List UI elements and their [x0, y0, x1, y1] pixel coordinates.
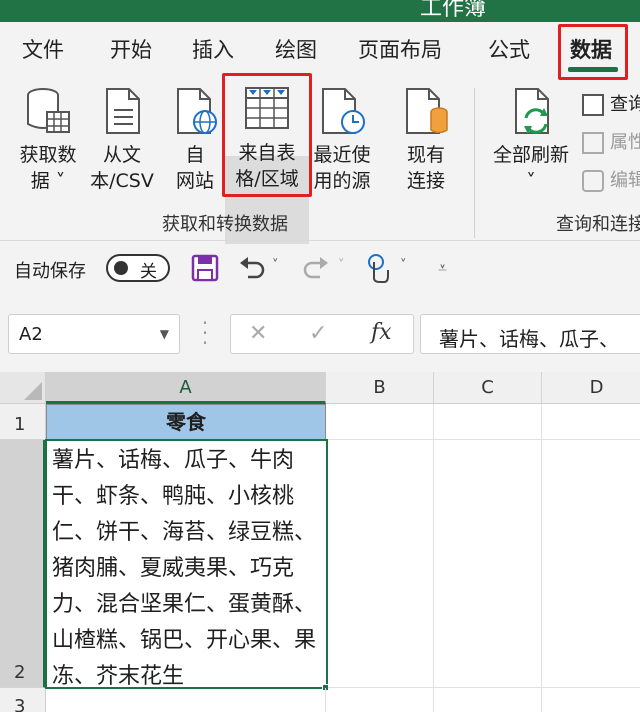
existing-connections-icon — [406, 88, 448, 134]
ribbon-tabs: 文件 开始 插入 绘图 页面布局 公式 数据 — [0, 22, 640, 80]
cell-d2[interactable] — [542, 440, 640, 688]
text-file-icon — [106, 88, 140, 134]
properties-icon — [582, 132, 604, 154]
edit-links-button[interactable]: 编辑 — [582, 166, 640, 192]
touch-mode-icon[interactable] — [364, 252, 392, 284]
cell-a3[interactable] — [46, 688, 326, 712]
name-box[interactable]: A2 ▼ — [8, 314, 180, 354]
edit-links-icon — [582, 170, 604, 192]
undo-icon[interactable] — [238, 253, 266, 283]
existing-connections-label-2: 连接 — [406, 170, 445, 192]
queries-pane-icon — [582, 94, 604, 116]
formula-input[interactable]: 薯片、话梅、瓜子、 — [420, 314, 640, 354]
formula-buttons: ✕ ✓ fx — [230, 314, 414, 354]
insert-function-button[interactable]: fx — [371, 320, 392, 345]
cell-c3[interactable] — [434, 688, 542, 712]
redo-dropdown-icon[interactable]: ˅ — [338, 258, 345, 273]
recent-sources-icon — [322, 88, 365, 134]
active-tab-underline — [568, 67, 618, 72]
from-text-label-1: 从文 — [102, 144, 141, 166]
get-data-button[interactable]: 获取数 据 ˅ — [14, 86, 82, 194]
cell-d3[interactable] — [542, 688, 640, 712]
autosave-toggle[interactable]: 关 — [106, 254, 170, 282]
ribbon-data-panel: 获取数 据 ˅ 从文 本/CSV 自 网站 来自表 格/区域 最近使 用的源 现… — [0, 80, 640, 274]
title-bar: 工作簿 — [0, 0, 640, 22]
undo-dropdown-icon[interactable]: ˅ — [272, 258, 279, 273]
cell-c2[interactable] — [434, 440, 542, 688]
cell-b3[interactable] — [326, 688, 434, 712]
database-table-icon — [27, 88, 70, 133]
edit-links-label: 编辑 — [610, 170, 640, 191]
row-number-2: 2 — [14, 662, 26, 683]
from-web-button[interactable]: 自 网站 — [166, 86, 224, 194]
group-label-queries: 查询和连接 — [556, 214, 640, 235]
worksheet-grid: A B C D 1 2 3 零食 薯片、话梅、瓜子、牛肉干、虾条、鸭肫、小核桃仁… — [0, 372, 640, 712]
quick-access-toolbar: 自动保存 关 ˅ ˅ ˅ ⩡ — [0, 244, 640, 294]
row-header-1[interactable]: 1 — [0, 404, 46, 440]
cell-b1[interactable] — [326, 404, 434, 440]
tab-file[interactable]: 文件 — [22, 34, 64, 64]
select-all-corner[interactable] — [0, 372, 46, 404]
queries-label: 查询 — [610, 94, 640, 115]
ribbon-bottom-divider — [0, 240, 640, 241]
column-header-d[interactable]: D — [542, 372, 640, 404]
formula-input-value: 薯片、话梅、瓜子、 — [439, 327, 619, 351]
from-text-csv-button[interactable]: 从文 本/CSV — [86, 86, 158, 194]
column-header-c[interactable]: C — [434, 372, 542, 404]
refresh-all-dropdown: ˅ — [526, 170, 536, 192]
recent-sources-label-2: 用的源 — [313, 170, 371, 192]
toggle-knob — [114, 261, 128, 275]
from-table-range-highlight — [222, 73, 312, 197]
tab-home[interactable]: 开始 — [110, 34, 152, 64]
group-label-get-transform: 获取和转换数据 — [162, 214, 288, 235]
recent-sources-button[interactable]: 最近使 用的源 — [310, 86, 374, 194]
queries-connections-button[interactable]: 查询 — [582, 90, 640, 116]
properties-button[interactable]: 属性 — [582, 128, 640, 154]
get-data-label-1: 获取数 — [19, 144, 77, 166]
refresh-all-button[interactable]: 全部刷新 ˅ — [488, 86, 574, 194]
cell-a1[interactable]: 零食 — [46, 404, 326, 440]
cell-c1[interactable] — [434, 404, 542, 440]
window-title: 工作簿 — [420, 0, 487, 21]
tab-page-layout[interactable]: 页面布局 — [358, 34, 442, 64]
formula-bar-row: A2 ▼ · · · ✕ ✓ fx 薯片、话梅、瓜子、 — [0, 296, 640, 372]
existing-connections-label-1: 现有 — [406, 144, 445, 166]
cell-a2[interactable]: 薯片、话梅、瓜子、牛肉干、虾条、鸭肫、小核桃仁、饼干、海苔、绿豆糕、猪肉脯、夏威… — [45, 439, 328, 689]
save-icon[interactable] — [190, 253, 220, 283]
tab-draw[interactable]: 绘图 — [275, 34, 317, 64]
customize-qat-icon[interactable]: ⩡ — [438, 258, 447, 278]
tab-insert[interactable]: 插入 — [192, 34, 234, 64]
row-number-1: 1 — [14, 414, 26, 435]
from-text-label-2: 本/CSV — [90, 170, 154, 192]
refresh-all-label: 全部刷新 — [492, 144, 569, 166]
name-box-value: A2 — [19, 324, 43, 345]
from-web-label-2: 网站 — [175, 170, 214, 192]
existing-connections-button[interactable]: 现有 连接 — [396, 86, 456, 194]
column-header-a[interactable]: A — [46, 372, 326, 404]
get-data-label-2: 据 ˅ — [30, 170, 66, 192]
cancel-formula-icon[interactable]: ✕ — [249, 321, 267, 346]
ribbon-group-separator — [474, 88, 475, 238]
recent-sources-label-1: 最近使 — [313, 144, 371, 166]
cell-b2[interactable] — [328, 440, 434, 688]
column-header-b[interactable]: B — [326, 372, 434, 404]
tab-formulas[interactable]: 公式 — [488, 34, 530, 64]
formula-bar-grip-icon[interactable]: · · · — [200, 313, 210, 353]
row-header-3[interactable]: 3 — [0, 688, 46, 712]
web-globe-icon — [177, 88, 217, 134]
row-header-2[interactable]: 2 — [0, 440, 46, 688]
cell-d1[interactable] — [542, 404, 640, 440]
autosave-state: 关 — [140, 262, 157, 282]
autosave-label: 自动保存 — [14, 261, 86, 282]
touch-dropdown-icon[interactable]: ˅ — [400, 258, 407, 273]
from-web-label-1: 自 — [185, 144, 205, 166]
row-number-3: 3 — [14, 696, 26, 712]
confirm-formula-icon[interactable]: ✓ — [309, 321, 327, 346]
properties-label: 属性 — [610, 132, 640, 153]
refresh-all-icon — [515, 88, 549, 134]
select-all-triangle-icon — [24, 382, 42, 400]
name-box-dropdown-icon[interactable]: ▼ — [160, 327, 169, 341]
redo-icon[interactable] — [302, 253, 330, 283]
